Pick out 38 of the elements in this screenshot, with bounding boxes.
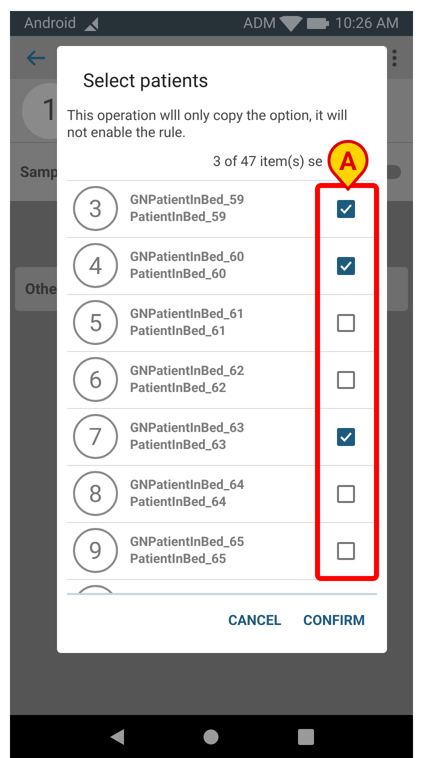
checkbox[interactable] [337, 256, 355, 274]
checkbox[interactable] [337, 200, 355, 218]
patient-id: PatientInBed_63 [130, 436, 228, 454]
operator-label: ADM [243, 13, 276, 34]
home-icon[interactable] [202, 728, 218, 744]
dialog-button[interactable]: CANCEL [226, 606, 284, 636]
checkbox[interactable] [337, 314, 355, 332]
patient-id: PatientInBed_59 [130, 208, 228, 226]
patient-id: PatientInBed_65 [130, 550, 228, 568]
card-label: Othe [25, 278, 57, 300]
wifi-icon [279, 16, 304, 32]
selection-count: 3 of 47 item(s) se [213, 152, 323, 172]
row-label: Samp [20, 162, 59, 183]
back-icon[interactable] [110, 728, 124, 744]
checkbox[interactable] [337, 370, 355, 388]
more-options-icon[interactable] [392, 48, 397, 66]
checkbox[interactable] [337, 484, 355, 502]
patient-name: GNPatientInBed_60 [130, 248, 246, 266]
patient-name: GNPatientInBed_61 [130, 306, 246, 322]
patient-name: GNPatientInBed_59 [130, 192, 246, 208]
callout-pin: A [325, 139, 371, 191]
dialog-button[interactable]: CONFIRM [301, 606, 367, 636]
patient-name: GNPatientInBed_62 [130, 362, 246, 380]
battery-icon [307, 18, 330, 29]
clock: 10:26 AM [335, 13, 399, 34]
carrier-label: Android [24, 13, 76, 34]
patient-id: PatientInBed_64 [130, 494, 228, 510]
patient-name: GNPatientInBed_64 [130, 476, 246, 494]
checkbox[interactable] [337, 428, 355, 446]
recents-icon[interactable] [298, 728, 314, 744]
patient-id: PatientInBed_60 [130, 266, 228, 282]
patient-name: GNPatientInBed_63 [130, 420, 246, 436]
patient-id: PatientInBed_61 [130, 322, 228, 340]
checkbox[interactable] [337, 542, 355, 560]
patient-name: GNPatientInBed_65 [130, 534, 246, 550]
no-signal-icon [82, 16, 100, 32]
patient-id: PatientInBed_62 [130, 380, 228, 396]
dialog-title: Select patients [83, 68, 210, 94]
